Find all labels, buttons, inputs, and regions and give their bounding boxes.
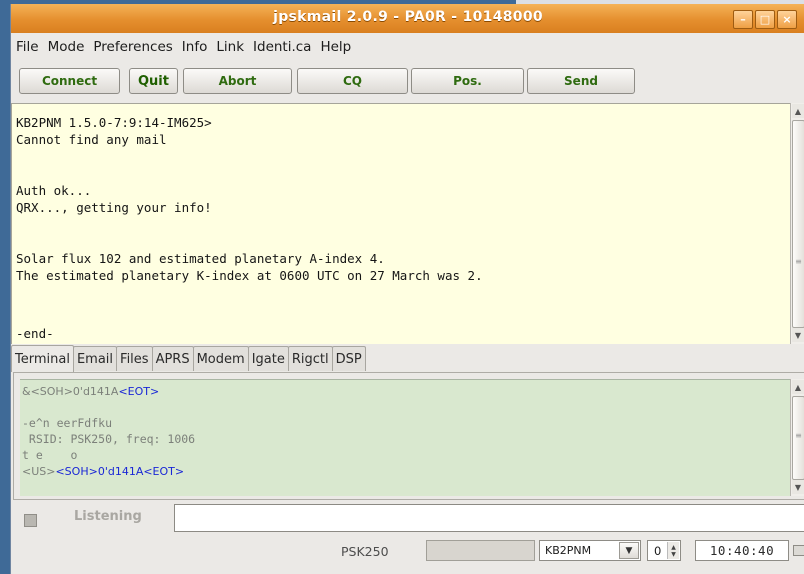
monitor-scrollbar[interactable]: ▲ ≡ ▼ xyxy=(790,379,804,496)
menu-preferences[interactable]: Preferences xyxy=(89,39,176,55)
callsign-value: KB2PNM xyxy=(545,544,592,557)
status-led xyxy=(793,545,804,556)
monitor-line: -e^n eerFdfku xyxy=(22,416,113,430)
minimize-icon[interactable]: – xyxy=(733,10,753,29)
menu-identica[interactable]: Identi.ca xyxy=(249,39,315,55)
title-bar[interactable]: jpskmail 2.0.9 - PA0R - 10148000 – □ × xyxy=(11,4,804,33)
menu-mode[interactable]: Mode xyxy=(44,39,89,55)
connect-button[interactable]: Connect xyxy=(19,68,120,94)
terminal-output[interactable]: KB2PNM 1.5.0-7:9:14-IM625> Cannot find a… xyxy=(11,103,790,344)
listening-label: Listening xyxy=(74,509,142,524)
terminal-line: KB2PNM 1.5.0-7:9:14-IM625> xyxy=(16,115,212,130)
tab-email[interactable]: Email xyxy=(72,346,118,371)
spinner-arrows-icon[interactable]: ▲ ▼ xyxy=(667,542,679,559)
tab-igate[interactable]: Igate xyxy=(247,346,289,371)
monitor-line: t e o xyxy=(22,448,78,462)
terminal-scrollbar[interactable]: ▲ ≡ ▼ xyxy=(790,103,804,344)
terminal-line: Solar flux 102 and estimated planetary A… xyxy=(16,251,385,266)
mode-label: PSK250 xyxy=(341,544,389,559)
menu-info[interactable]: Info xyxy=(178,39,212,55)
cq-button[interactable]: CQ xyxy=(297,68,408,94)
abort-button[interactable]: Abort xyxy=(183,68,292,94)
transmit-input[interactable] xyxy=(174,504,804,532)
scroll-up-icon[interactable]: ▲ xyxy=(792,380,804,394)
tab-terminal[interactable]: Terminal xyxy=(11,345,74,372)
terminal-line: QRX..., getting your info! xyxy=(16,200,212,215)
quit-button[interactable]: Quit xyxy=(129,68,178,94)
tab-dsp[interactable]: DSP xyxy=(331,346,366,371)
scroll-down-icon[interactable]: ▼ xyxy=(792,328,804,342)
menu-help[interactable]: Help xyxy=(316,39,355,55)
send-button[interactable]: Send xyxy=(527,68,635,94)
scroll-down-icon[interactable]: ▼ xyxy=(792,480,804,494)
channel-spinner[interactable]: 0 ▲ ▼ xyxy=(647,540,681,561)
tab-aprs[interactable]: APRS xyxy=(151,346,194,371)
terminal-line: Cannot find any mail xyxy=(16,132,167,147)
position-button[interactable]: Pos. xyxy=(411,68,524,94)
tab-rigctl[interactable]: Rigctl xyxy=(287,346,333,371)
listening-checkbox[interactable] xyxy=(24,514,37,527)
scroll-up-icon[interactable]: ▲ xyxy=(792,104,804,118)
callsign-select[interactable]: KB2PNM ▼ xyxy=(539,540,641,561)
chevron-down-icon[interactable]: ▼ xyxy=(619,542,639,559)
menu-file[interactable]: File xyxy=(12,39,43,55)
maximize-icon[interactable]: □ xyxy=(755,10,775,29)
signal-indicator xyxy=(426,540,535,561)
monitor-line: <US><SOH>0'd141A<EOT> xyxy=(22,465,185,478)
clock-display: 10:40:40 xyxy=(695,540,789,561)
monitor-line: &<SOH>0'd141A<EOT> xyxy=(22,385,160,398)
close-icon[interactable]: × xyxy=(777,10,797,29)
monitor-line: RSID: PSK250, freq: 1006 xyxy=(22,432,196,446)
app-window: jpskmail 2.0.9 - PA0R - 10148000 – □ × F… xyxy=(10,4,804,574)
terminal-line: -end- xyxy=(16,326,54,341)
tab-bar: Terminal Email Files APRS Modem Igate Ri… xyxy=(11,345,366,372)
tab-files[interactable]: Files xyxy=(116,346,153,371)
window-title: jpskmail 2.0.9 - PA0R - 10148000 xyxy=(273,9,543,25)
menu-link[interactable]: Link xyxy=(212,39,248,55)
menu-bar: File Mode Preferences Info Link Identi.c… xyxy=(11,33,804,60)
channel-value: 0 xyxy=(654,543,662,558)
tab-modem[interactable]: Modem xyxy=(192,346,249,371)
scroll-thumb[interactable]: ≡ xyxy=(792,396,804,480)
terminal-line: Auth ok... xyxy=(16,183,92,198)
monitor-output[interactable]: &<SOH>0'd141A<EOT> -e^n eerFdfku RSID: P… xyxy=(20,379,790,496)
terminal-line: The estimated planetary K-index at 0600 … xyxy=(16,268,483,283)
scroll-thumb[interactable]: ≡ xyxy=(792,120,804,328)
